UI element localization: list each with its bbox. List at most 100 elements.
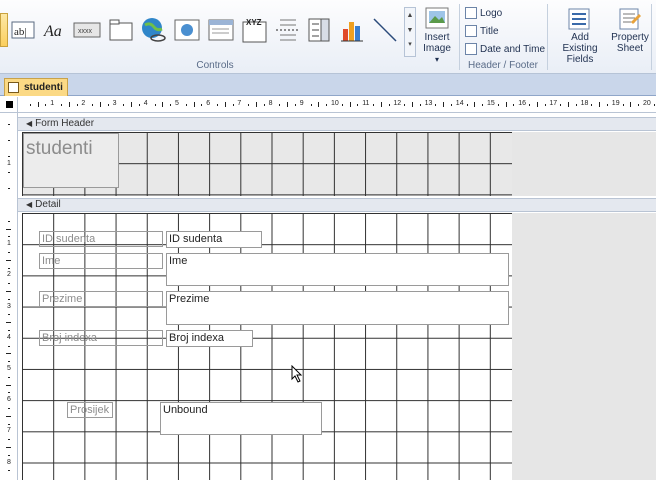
ruler-tick [248, 104, 250, 106]
hyperlink-control[interactable] [138, 13, 168, 47]
ruler-number: 1 [7, 160, 11, 167]
image-icon [425, 7, 449, 29]
add-existing-fields-label: Add Existing Fields [562, 32, 598, 65]
ruler-tick [451, 104, 452, 106]
title-icon [465, 25, 477, 37]
ruler-tick [8, 298, 10, 300]
controls-gallery-scroll[interactable]: ▲ ▼ ▾ [404, 7, 416, 57]
ruler-number: 1 [7, 240, 11, 248]
ruler-tick [607, 104, 608, 106]
ruler-tick [8, 408, 10, 409]
ruler-tick [8, 188, 10, 189]
field-broj-indexa[interactable]: Broj indexa [166, 330, 253, 347]
button-control[interactable]: xxxx [72, 13, 102, 47]
ruler-tick [373, 104, 374, 106]
combo-box-control[interactable] [304, 13, 334, 47]
ruler-number: 8 [7, 458, 11, 466]
ruler-number: 12 [393, 100, 402, 107]
ruler-tick [217, 104, 218, 106]
ruler-number: 17 [549, 100, 558, 107]
ruler-tick [349, 102, 351, 107]
label-prezime[interactable]: Prezime [39, 291, 163, 307]
ruler-tick [544, 104, 546, 106]
label-prosijek[interactable]: Prosijek [67, 402, 113, 418]
property-sheet-button[interactable]: Property Sheet [610, 6, 650, 54]
ruler-tick [8, 236, 10, 238]
ruler-tick [482, 104, 484, 106]
ruler-tick [139, 104, 140, 106]
chart-control[interactable] [338, 13, 368, 47]
insert-image-button[interactable]: Insert Image ▾ [418, 6, 456, 65]
ruler-tick [76, 104, 78, 106]
ruler-tick [92, 104, 94, 106]
date-time-button[interactable]: Date and Time [465, 41, 545, 57]
ruler-tick [8, 376, 10, 378]
select-control[interactable] [0, 13, 8, 47]
field-unbound[interactable]: Unbound [160, 402, 322, 435]
vertical-ruler: 1 2 3 4 5 6 7 8 1 [0, 113, 18, 480]
ruler-tick [568, 102, 569, 107]
ruler-number: 7 [237, 100, 242, 107]
add-existing-fields-button[interactable]: Add Existing Fields [552, 6, 608, 65]
ruler-tick [591, 104, 593, 106]
option-group-control[interactable]: XYZ [240, 13, 270, 47]
mouse-cursor-icon [291, 365, 303, 383]
label-broj-indexa[interactable]: Broj indexa [39, 330, 163, 346]
detail-bar[interactable]: ◀ Detail [18, 198, 656, 212]
ruler-tick [6, 415, 11, 417]
ruler-tick [318, 102, 320, 107]
title-button[interactable]: Title [465, 23, 499, 39]
ruler-tick [8, 345, 10, 347]
label-id-sudenta[interactable]: ID sudenta [39, 231, 163, 247]
logo-button[interactable]: Logo [465, 5, 502, 21]
property-sheet-label: Property Sheet [611, 32, 649, 54]
ruler-number: 4 [7, 333, 11, 341]
form-header-bar[interactable]: ◀ Form Header [18, 117, 656, 131]
ruler-number: 5 [7, 365, 11, 372]
label-control[interactable]: Aa [40, 13, 70, 47]
ruler-tick [45, 104, 47, 106]
ruler-tick [61, 104, 62, 106]
ruler-tick [107, 104, 109, 106]
ruler-tick [201, 104, 203, 106]
insert-image-arrow: ▾ [434, 55, 439, 64]
section-arrow-icon: ◀ [26, 119, 33, 128]
ruler-number: 9 [299, 100, 304, 107]
label-ime[interactable]: Ime [39, 253, 163, 269]
ruler-tick [8, 423, 10, 425]
form-selector[interactable] [0, 97, 18, 113]
ruler-number: 8 [268, 100, 273, 107]
detail-gray-area [512, 213, 656, 480]
ruler-tick [638, 104, 640, 106]
tab-control[interactable] [106, 13, 136, 47]
field-prezime[interactable]: Prezime [166, 291, 509, 325]
logo-label: Logo [480, 7, 503, 19]
ruler-tick [443, 102, 445, 107]
ruler-tick [6, 447, 11, 448]
navigation-control[interactable] [206, 13, 236, 47]
line-control[interactable] [370, 13, 400, 47]
ruler-tick [412, 102, 413, 107]
form-title-label[interactable]: studenti [23, 133, 119, 188]
ruler-tick [560, 104, 562, 106]
ruler-tick [6, 322, 11, 324]
insert-image-label: Insert Image [423, 32, 451, 54]
header-gray-area [512, 132, 656, 196]
form-icon [8, 82, 19, 93]
textbox-control[interactable]: ab| [8, 13, 38, 47]
ruler-number: 2 [7, 271, 11, 279]
ruler-number: 6 [7, 396, 11, 404]
web-browser-control[interactable] [172, 13, 202, 47]
tab-studenti[interactable]: studenti [4, 78, 68, 96]
ruler-tick [622, 104, 624, 106]
horizontal-ruler: 1 2 3 4 5 6 7 8 9 10 11 12 13 14 15 16 17 18 19 20 [18, 97, 656, 113]
ruler-tick [326, 104, 328, 106]
ruler-tick [357, 104, 359, 106]
document-tab-bar [0, 74, 656, 96]
field-ime[interactable]: Ime [166, 253, 509, 286]
svg-text:ab|: ab| [14, 26, 27, 38]
field-id-sudenta[interactable]: ID sudenta [166, 231, 262, 248]
ruler-tick [279, 104, 281, 106]
page-break-control[interactable] [272, 13, 302, 47]
ruler-tick [599, 102, 601, 107]
